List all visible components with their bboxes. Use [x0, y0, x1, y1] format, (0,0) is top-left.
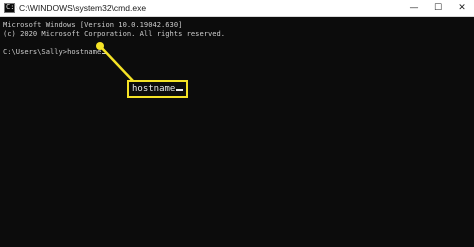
- command-line[interactable]: C:\Users\Sally>hostname: [3, 47, 109, 56]
- callout-label: hostname: [132, 84, 184, 95]
- typed-command: hostname: [67, 47, 102, 56]
- close-button[interactable]: ✕: [449, 0, 474, 16]
- minimize-icon: —: [409, 3, 419, 13]
- title-bar[interactable]: C:\ C:\WINDOWS\system32\cmd.exe — ☐ ✕: [0, 0, 474, 17]
- version-line: Microsoft Windows [Version 10.0.19042.63…: [3, 20, 183, 29]
- console-area[interactable]: Microsoft Windows [Version 10.0.19042.63…: [0, 17, 474, 247]
- minimize-button[interactable]: —: [401, 0, 427, 16]
- cmd-icon[interactable]: C:\: [4, 3, 19, 13]
- prompt: C:\Users\Sally>: [3, 47, 68, 56]
- callout-box: hostname: [127, 80, 188, 98]
- maximize-icon: ☐: [433, 3, 443, 13]
- copyright-line: (c) 2020 Microsoft Corporation. All righ…: [3, 29, 226, 38]
- callout-cursor: [176, 89, 184, 91]
- scrollbar[interactable]: [466, 17, 474, 247]
- maximize-button[interactable]: ☐: [425, 0, 451, 16]
- text-cursor: [102, 53, 109, 54]
- close-icon: ✕: [458, 3, 466, 13]
- window-title: C:\WINDOWS\system32\cmd.exe: [19, 3, 147, 13]
